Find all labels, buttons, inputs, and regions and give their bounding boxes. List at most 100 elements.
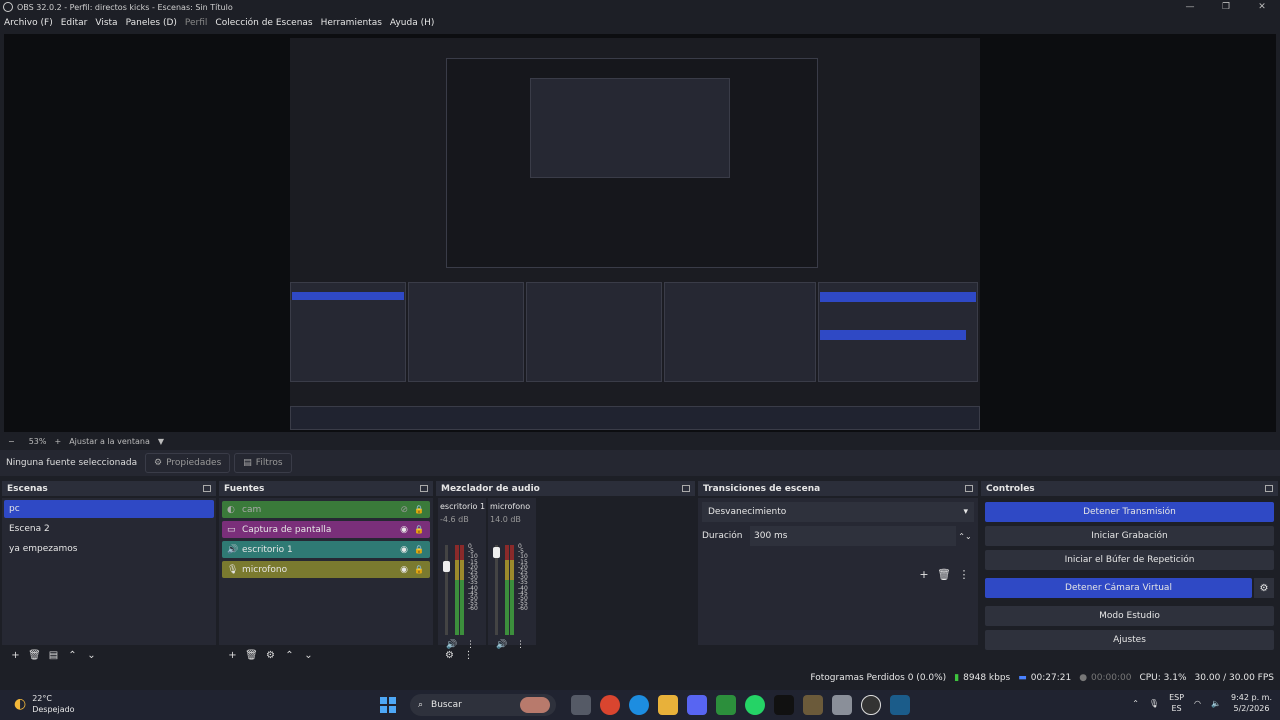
source-item-cam[interactable]: ◐ cam ⊘ 🔒	[222, 501, 430, 518]
menu-paneles[interactable]: Paneles (D)	[122, 18, 181, 28]
windows-start-icon[interactable]	[380, 697, 396, 713]
menu-herramientas[interactable]: Herramientas	[317, 18, 386, 28]
replay-buffer-button[interactable]: Iniciar el Búfer de Repetición	[985, 550, 1274, 570]
lock-icon[interactable]: 🔒	[414, 525, 424, 534]
undock-icon[interactable]	[203, 485, 211, 492]
monitor-icon: ▭	[227, 524, 236, 535]
chrome-icon[interactable]	[599, 695, 620, 715]
undock-icon[interactable]	[420, 485, 428, 492]
trash-icon[interactable]: 🗑	[934, 568, 954, 581]
zoom-in-button[interactable]: +	[54, 437, 61, 446]
cpu-usage: CPU: 3.1%	[1139, 673, 1187, 683]
camera-icon: ◐	[227, 504, 235, 515]
close-button[interactable]: ✕	[1244, 0, 1280, 14]
add-icon[interactable]: +	[6, 650, 25, 661]
menu-bar: Archivo (F) Editar Vista Paneles (D) Per…	[0, 15, 438, 31]
mixer-settings-icon[interactable]: ⚙	[440, 650, 459, 661]
undock-icon[interactable]	[682, 485, 690, 492]
lock-icon[interactable]: 🔒	[414, 505, 424, 514]
transitions-body: Desvanecimiento ▾ Duración 300 ms ⌃⌄ + 🗑…	[698, 498, 978, 645]
fader-knob[interactable]	[493, 547, 500, 558]
lock-icon[interactable]: 🔒	[414, 565, 424, 574]
filter-icon[interactable]: ▤	[44, 650, 63, 661]
add-icon[interactable]: +	[223, 650, 242, 661]
menu-coleccion-escenas[interactable]: Colección de Escenas	[211, 18, 316, 28]
minecraft-icon[interactable]	[802, 695, 823, 715]
mic-tray-icon[interactable]: 🎙	[1149, 699, 1159, 708]
volume-fader[interactable]	[493, 545, 500, 635]
zoom-out-button[interactable]: −	[8, 437, 15, 446]
eye-slash-icon[interactable]: ⊘	[400, 505, 408, 515]
eye-icon[interactable]: ◉	[400, 565, 408, 575]
menu-perfil[interactable]: Perfil	[181, 18, 212, 28]
trash-icon[interactable]: 🗑	[242, 650, 261, 661]
trash-icon[interactable]: 🗑	[25, 650, 44, 661]
weather-widget[interactable]: ◐ 22°C Despejado	[14, 693, 75, 715]
clock[interactable]: 9:42 p. m. 5/2/2026	[1231, 692, 1272, 714]
eye-icon[interactable]: ◉	[400, 525, 408, 535]
language-indicator[interactable]: ESP ES	[1169, 692, 1184, 714]
add-icon[interactable]: +	[914, 568, 934, 581]
source-item-escritorio[interactable]: 🔊 escritorio 1 ◉ 🔒	[222, 541, 430, 558]
start-recording-button[interactable]: Iniciar Grabación	[985, 526, 1274, 546]
edge-icon[interactable]	[628, 695, 649, 715]
wifi-icon[interactable]: ◠	[1194, 699, 1201, 708]
volume-fader[interactable]	[443, 545, 450, 635]
file-explorer-icon[interactable]	[657, 695, 678, 715]
menu-vista[interactable]: Vista	[91, 18, 121, 28]
gear-icon[interactable]: ⚙	[1254, 578, 1274, 598]
steam-icon[interactable]	[889, 695, 910, 715]
stepper-icon[interactable]: ⌃⌄	[956, 532, 974, 541]
filters-button[interactable]: ▤ Filtros	[234, 453, 292, 473]
task-view-icon[interactable]	[570, 695, 591, 715]
source-item-microfono[interactable]: 🎙 microfono ◉ 🔒	[222, 561, 430, 578]
undock-icon[interactable]	[1265, 485, 1273, 492]
stop-virtual-camera-button[interactable]: Detener Cámara Virtual	[985, 578, 1252, 598]
fader-knob[interactable]	[443, 561, 450, 572]
taskbar-search[interactable]: ⌕ Buscar	[410, 694, 556, 716]
chevron-down-icon[interactable]: ▼	[158, 437, 164, 446]
duration-row: Duración 300 ms ⌃⌄	[702, 526, 974, 546]
duration-input[interactable]: 300 ms	[750, 526, 956, 546]
transition-select[interactable]: Desvanecimiento ▾	[702, 502, 974, 522]
xbox-icon[interactable]	[715, 695, 736, 715]
scene-item-pc[interactable]: pc	[4, 500, 214, 518]
more-options-icon[interactable]: ⋮	[459, 650, 478, 661]
chevron-up-icon[interactable]: ⌃	[280, 650, 299, 661]
tiktok-icon[interactable]	[773, 695, 794, 715]
filter-icon: ▤	[243, 458, 252, 468]
stop-stream-button[interactable]: Detener Transmisión	[985, 502, 1274, 522]
mini-sources-dock	[408, 282, 524, 382]
obs-icon[interactable]	[860, 695, 881, 715]
lock-icon[interactable]: 🔒	[414, 545, 424, 554]
minimize-button[interactable]: —	[1172, 0, 1208, 14]
chevron-down-icon[interactable]: ⌄	[82, 650, 101, 661]
title-bar: OBS 32.0.2 - Perfil: directos kicks - Es…	[0, 0, 1280, 14]
whatsapp-icon[interactable]	[744, 695, 765, 715]
properties-button[interactable]: ⚙ Propiedades	[145, 453, 231, 473]
channel-name: microfono	[490, 502, 531, 511]
settings-button[interactable]: Ajustes	[985, 630, 1274, 650]
preview-canvas[interactable]	[4, 34, 1276, 432]
calculator-icon[interactable]	[831, 695, 852, 715]
menu-archivo[interactable]: Archivo (F)	[0, 18, 57, 28]
volume-icon[interactable]: 🔈	[1211, 699, 1221, 708]
fit-window-button[interactable]: Ajustar a la ventana	[69, 437, 150, 446]
chevron-down-icon[interactable]: ⌄	[299, 650, 318, 661]
mixer-title: Mezclador de audio	[441, 483, 540, 494]
studio-mode-button[interactable]: Modo Estudio	[985, 606, 1274, 626]
menu-ayuda[interactable]: Ayuda (H)	[386, 18, 438, 28]
maximize-button[interactable]: ❐	[1208, 0, 1244, 14]
undock-icon[interactable]	[965, 485, 973, 492]
chevron-up-icon[interactable]: ⌃	[63, 650, 82, 661]
zoom-value: 53%	[28, 436, 47, 446]
scene-item-escena-2[interactable]: Escena 2	[4, 520, 214, 538]
menu-editar[interactable]: Editar	[57, 18, 92, 28]
source-item-captura[interactable]: ▭ Captura de pantalla ◉ 🔒	[222, 521, 430, 538]
gear-icon[interactable]: ⚙	[261, 650, 280, 661]
scene-item-ya-empezamos[interactable]: ya empezamos	[4, 540, 214, 558]
discord-icon[interactable]	[686, 695, 707, 715]
eye-icon[interactable]: ◉	[400, 545, 408, 555]
chevron-up-icon[interactable]: ⌃	[1132, 699, 1139, 708]
more-options-icon[interactable]: ⋮	[954, 568, 974, 581]
